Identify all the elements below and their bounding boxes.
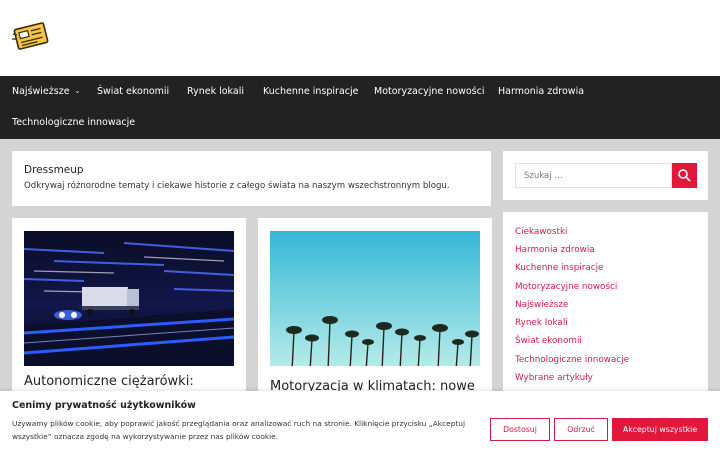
category-link-motoryzacyjne-nowosci[interactable]: Motoryzacyjne nowości [515, 282, 617, 292]
nav-item-rynek-lokali[interactable]: Rynek lokali [187, 86, 244, 97]
nav-item-label: Motoryzacyjne nowości [374, 86, 485, 97]
nav-item-swiat-ekonomii[interactable]: Świat ekonomii [97, 86, 169, 97]
cookie-reject-button[interactable]: Odrzuć [554, 418, 608, 441]
nav-item-label: Kuchenne inspiracje [263, 86, 359, 97]
category-link-ciekawostki[interactable]: Ciekawostki [515, 227, 567, 237]
nav-item-harmonia-zdrowia[interactable]: Harmonia zdrowia [498, 86, 584, 97]
nav-item-technologiczne-innowacje[interactable]: Technologiczne innowacje [12, 117, 135, 128]
post-thumbnail-truck[interactable] [24, 231, 234, 366]
category-link-swiat-ekonomii[interactable]: Świat ekonomii [515, 336, 582, 346]
category-link-technologiczne-innowacje[interactable]: Technologiczne innowacje [515, 355, 629, 365]
nav-item-label: Świat ekonomii [97, 86, 170, 97]
site-intro: Dressmeup Odkrywaj różnorodne tematy i c… [12, 151, 491, 206]
cookie-title: Cenimy prywatność użytkowników [12, 400, 196, 411]
post-title[interactable]: Autonomiczne ciężarówki: [24, 374, 194, 389]
category-link-wybrane-artykuly[interactable]: Wybrane artykuły [515, 373, 593, 383]
search-button[interactable] [672, 163, 697, 188]
search-icon [678, 169, 691, 182]
site-header [0, 0, 720, 76]
search-input[interactable] [515, 163, 672, 188]
site-description: Odkrywaj różnorodne tematy i ciekawe his… [24, 181, 450, 191]
chevron-down-icon: ⌄ [74, 87, 81, 95]
site-logo[interactable] [12, 21, 50, 51]
site-title: Dressmeup [24, 164, 84, 176]
category-link-najswiezsze[interactable]: Najświeższe [515, 300, 568, 310]
nav-item-label: Technologiczne innowacje [12, 117, 136, 128]
nav-item-label: Harmonia zdrowia [498, 86, 585, 97]
palm-trees-image [270, 231, 480, 366]
nav-item-najswiezsze[interactable]: Najświeższe ⌄ [12, 86, 80, 97]
post-thumbnail-palms[interactable] [270, 231, 480, 366]
category-link-harmonia-zdrowia[interactable]: Harmonia zdrowia [515, 245, 595, 255]
cookie-customize-button[interactable]: Dostosuj [490, 418, 550, 441]
cookie-accept-all-button[interactable]: Akceptuj wszystkie [612, 418, 708, 441]
sidebar-search-widget [503, 151, 708, 200]
cookie-description: Używamy plików cookie, aby poprawić jako… [12, 419, 466, 441]
nav-item-motoryzacyjne-nowosci[interactable]: Motoryzacyjne nowości [374, 86, 484, 97]
truck-night-image [24, 231, 234, 366]
main-navigation: Najświeższe ⌄ Świat ekonomii Rynek lokali… [0, 76, 720, 139]
nav-item-kuchenne-inspiracje[interactable]: Kuchenne inspiracje [263, 86, 359, 97]
category-link-rynek-lokali[interactable]: Rynek lokali [515, 318, 568, 328]
newspaper-logo-icon [12, 22, 49, 50]
nav-item-label: Najświeższe [12, 86, 70, 97]
nav-item-label: Rynek lokali [187, 86, 244, 97]
category-link-kuchenne-inspiracje[interactable]: Kuchenne inspiracje [515, 263, 603, 273]
